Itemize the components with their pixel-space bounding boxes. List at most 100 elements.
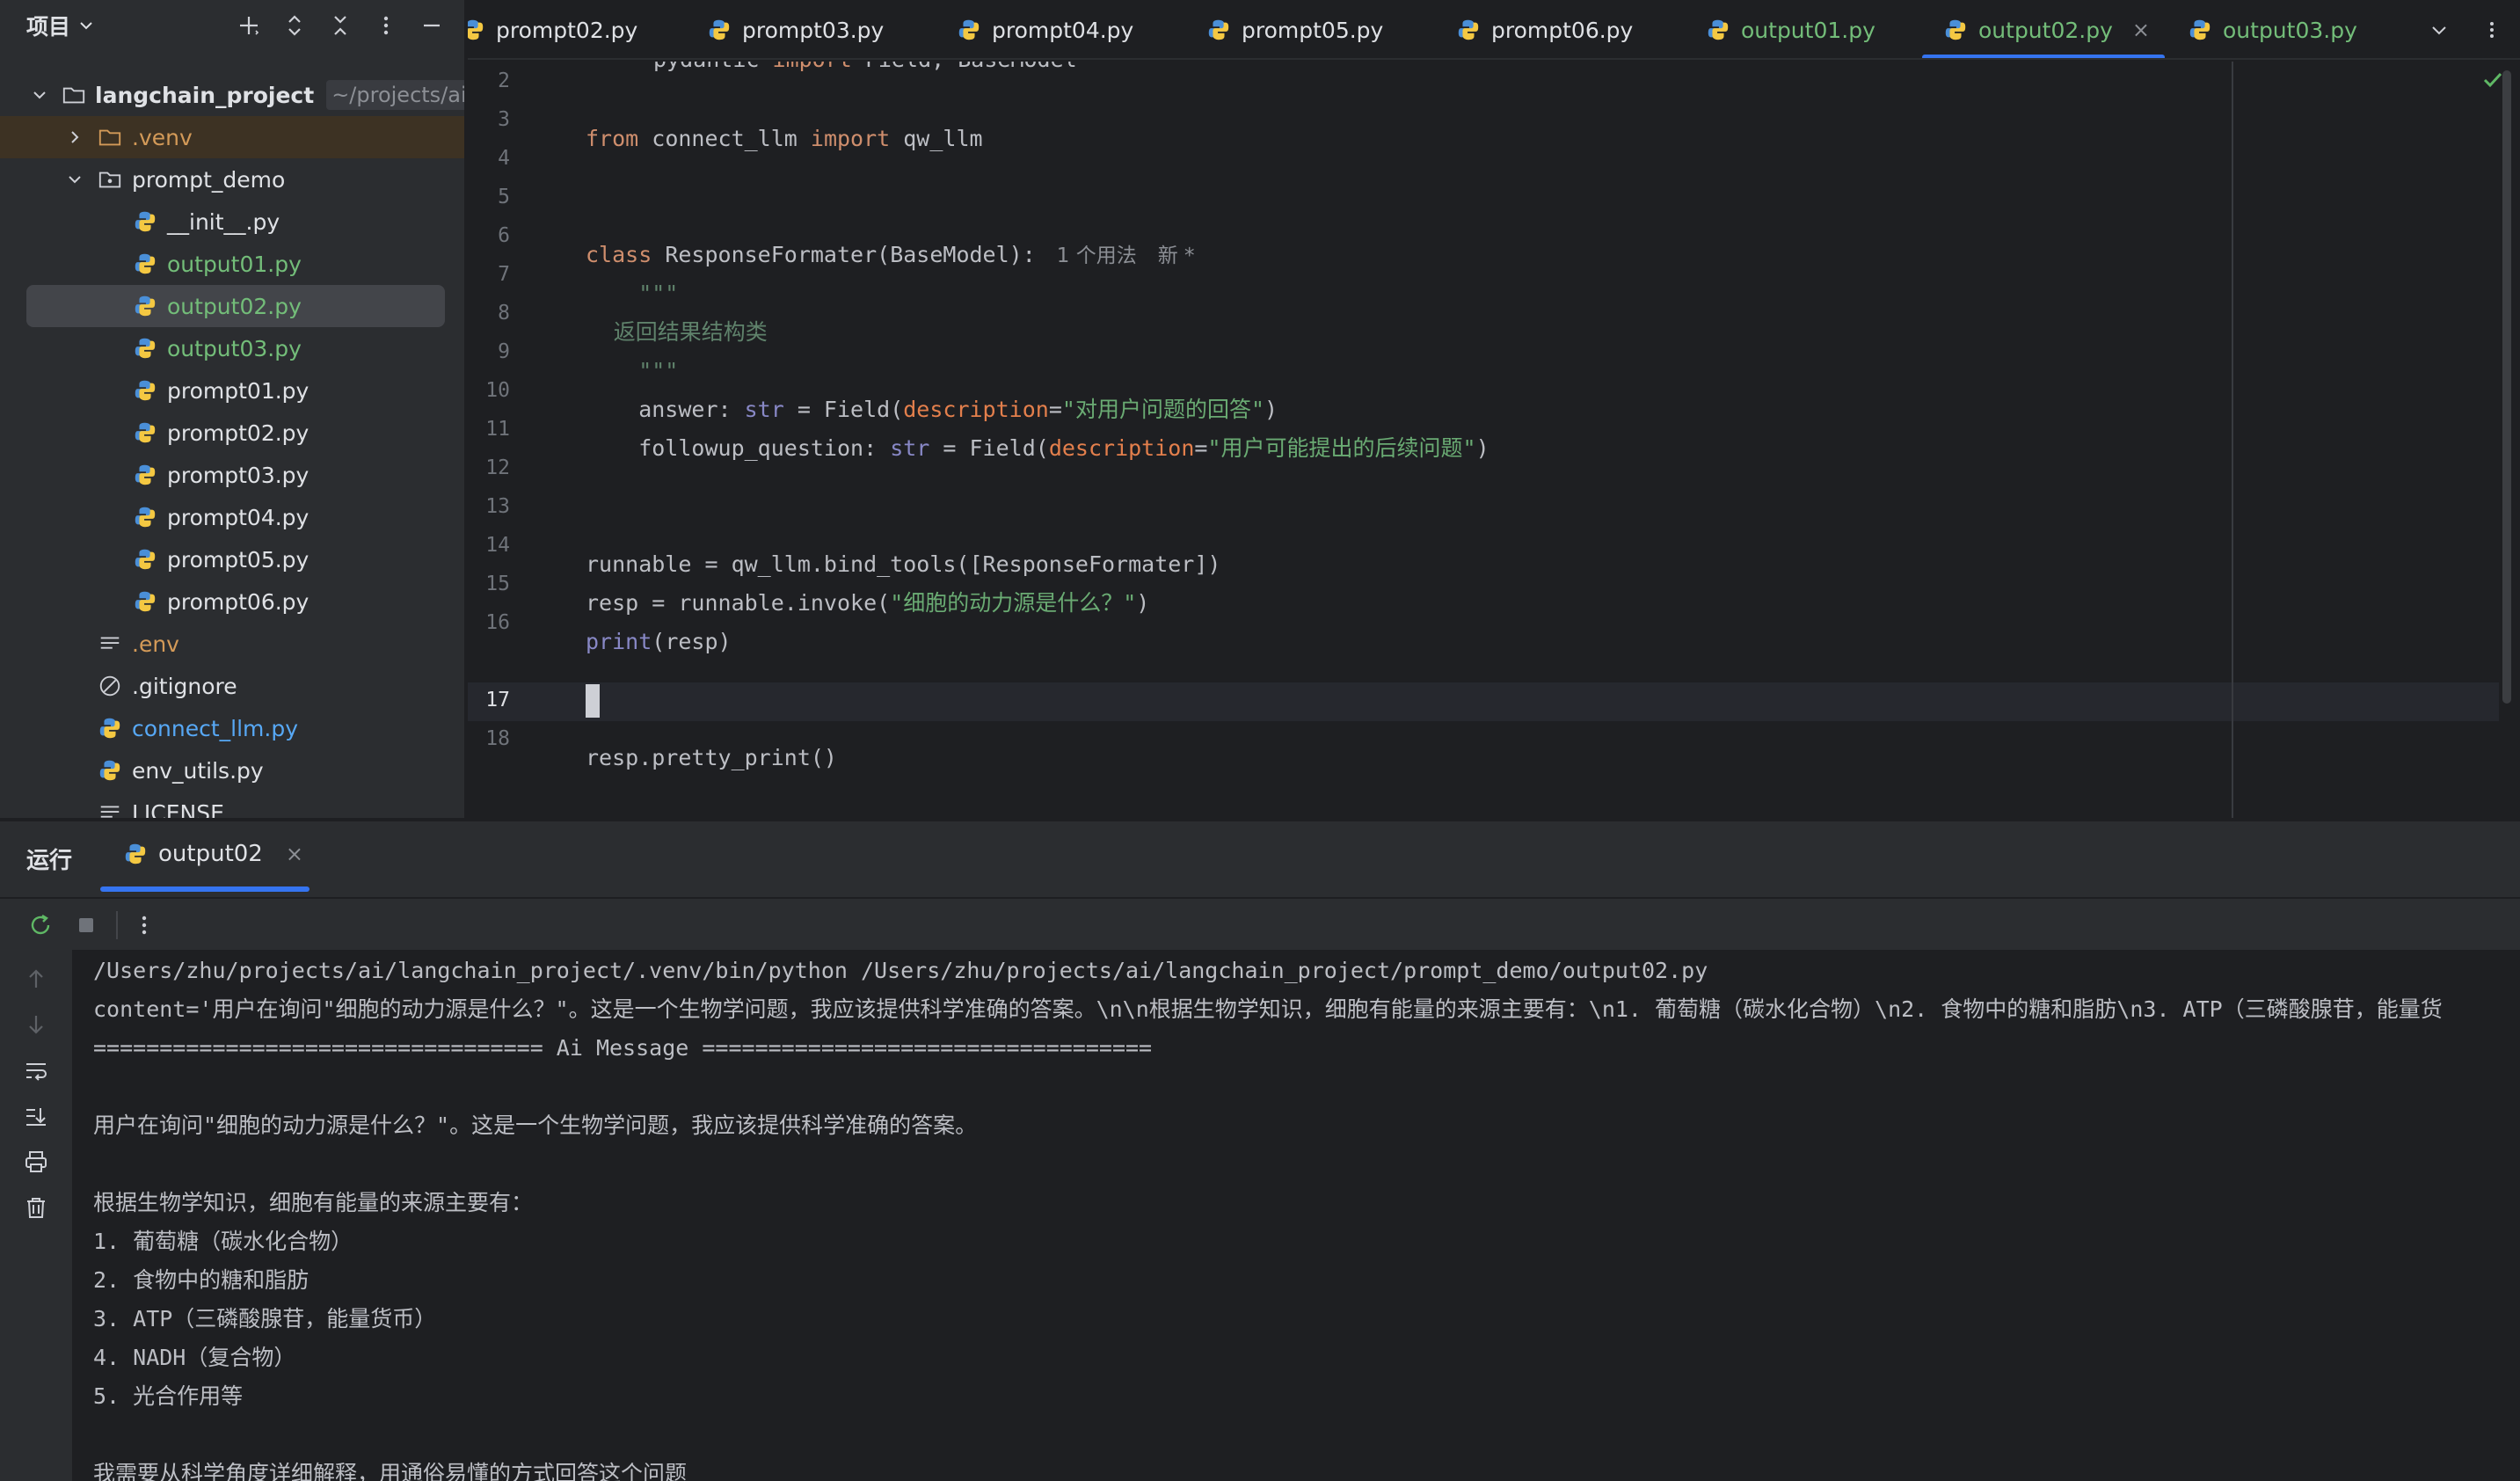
tree-item-prompt06-py[interactable]: prompt06.py — [0, 580, 464, 623]
close-icon[interactable]: × — [2132, 18, 2150, 42]
tab-output01[interactable]: output01.py — [1706, 0, 1875, 58]
tree-item-prompt04-py[interactable]: prompt04.py — [0, 496, 464, 538]
run-options-button[interactable] — [127, 908, 162, 943]
run-tab-label: output02 — [158, 841, 263, 867]
scroll-to-end-button[interactable] — [19, 1099, 53, 1133]
line-number: 7 — [498, 263, 510, 286]
soft-wrap-button[interactable] — [19, 1054, 53, 1087]
tree-item-output02-py[interactable]: output02.py — [26, 285, 445, 327]
code-token: = Field( — [929, 435, 1049, 461]
tree-item-prompt02-py[interactable]: prompt02.py — [0, 412, 464, 454]
line-number: 5 — [498, 186, 510, 208]
tree-item-connect-llm-py[interactable]: connect_llm.py — [0, 707, 464, 749]
tab-output03[interactable]: output03.py — [2188, 0, 2357, 58]
python-file-icon — [132, 462, 158, 488]
chevron-down-icon[interactable] — [65, 170, 84, 189]
scroll-up-button[interactable] — [19, 962, 53, 996]
code-token: answer: — [586, 397, 745, 422]
stop-icon — [79, 918, 93, 932]
tree-item-prompt03-py[interactable]: prompt03.py — [0, 454, 464, 496]
tree-item-prompt-demo[interactable]: prompt_demo — [0, 158, 464, 201]
tree-item-init-py[interactable]: __init__.py — [0, 201, 464, 243]
toolbar-separator — [116, 911, 118, 939]
tree-item-label: prompt05.py — [167, 546, 310, 573]
line-number: 6 — [498, 224, 510, 247]
print-icon — [25, 1151, 47, 1172]
line-number: 12 — [485, 456, 510, 479]
code-line-11: followup_question: str = Field(descripti… — [586, 429, 1489, 468]
project-view-title[interactable]: 项目 — [26, 10, 70, 41]
author-inlay-hint[interactable]: 新 * — [1158, 244, 1195, 267]
code-token-keyword: from — [586, 126, 639, 151]
tree-item-prompt01-py[interactable]: prompt01.py — [0, 369, 464, 412]
tab-prompt06[interactable]: prompt06.py — [1456, 0, 1633, 58]
code-line-9: """ — [586, 358, 679, 383]
python-file-icon — [97, 757, 123, 784]
tab-label: prompt03.py — [742, 17, 885, 43]
close-icon[interactable]: × — [286, 842, 303, 866]
python-file-icon — [132, 419, 158, 446]
python-file-icon — [132, 546, 158, 573]
collapse-icon — [334, 16, 346, 35]
tree-item-label: connect_llm.py — [132, 715, 299, 741]
hide-button[interactable] — [413, 7, 450, 44]
code-token-builtin: str — [744, 397, 784, 422]
stop-button[interactable] — [69, 908, 104, 943]
tab-prompt04[interactable]: prompt04.py — [957, 0, 1133, 58]
tab-list-button[interactable] — [2422, 12, 2457, 47]
new-file-button[interactable] — [230, 7, 267, 44]
tree-item-env[interactable]: .env — [0, 623, 464, 665]
tab-prompt02[interactable]: prompt02.py — [468, 0, 637, 58]
console-line: ================================== Ai Me… — [93, 1035, 1153, 1061]
usages-inlay-hint[interactable]: 1 个用法 — [1057, 244, 1137, 267]
python-file-icon — [1706, 18, 1730, 42]
folder-icon — [62, 82, 86, 108]
rerun-button[interactable] — [23, 908, 58, 943]
tree-item-output01-py[interactable]: output01.py — [0, 243, 464, 285]
scroll-to-end-icon — [26, 1108, 46, 1126]
tree-item-label: prompt02.py — [167, 419, 310, 446]
tree-root-langchain-project[interactable]: langchain_project ~/projects/ai/langchai… — [0, 74, 464, 116]
console-line: 4. NADH（复合物） — [93, 1345, 296, 1370]
tree-item-output03-py[interactable]: output03.py — [0, 327, 464, 369]
editor-scrollbar[interactable] — [2502, 70, 2511, 704]
chevron-down-icon[interactable] — [30, 85, 49, 105]
expand-all-button[interactable] — [276, 7, 313, 44]
tree-item-label: prompt01.py — [167, 377, 310, 404]
tree-item-venv[interactable]: .venv — [0, 116, 464, 158]
line-number: 16 — [485, 611, 510, 634]
tab-options-button[interactable] — [2474, 12, 2509, 47]
code-editor[interactable]: 2 3 4 5 6 7 8 9 10 11 12 13 14 15 16 17 … — [468, 62, 2520, 818]
code-token: followup_question: — [586, 435, 891, 461]
console-line: 5. 光合作用等 — [93, 1383, 244, 1409]
ignore-file-icon — [97, 673, 123, 699]
arrow-up-icon — [29, 969, 43, 988]
code-token: qw_llm — [890, 126, 983, 151]
chevron-right-icon[interactable] — [65, 128, 84, 147]
chevron-down-icon[interactable] — [77, 17, 95, 34]
run-header: 运行 output02 × — [0, 821, 2520, 895]
tree-item-gitignore[interactable]: .gitignore — [0, 665, 464, 707]
run-tab-output02[interactable]: output02 × — [123, 841, 303, 867]
check-icon[interactable] — [2480, 67, 2506, 93]
tree-item-prompt05-py[interactable]: prompt05.py — [0, 538, 464, 580]
tab-output02-active[interactable]: output02.py × — [1943, 0, 2150, 58]
code-line-1: pydantic import Field, BaseModel — [640, 62, 1077, 79]
tree-item-license[interactable]: LICENSE — [0, 792, 464, 818]
tab-prompt05[interactable]: prompt05.py — [1206, 0, 1383, 58]
console-line: content='用户在询问"细胞的动力源是什么？"。这是一个生物学问题，我应该… — [93, 996, 2443, 1022]
tree-item-label: output01.py — [167, 251, 302, 277]
collapse-all-button[interactable] — [322, 7, 359, 44]
python-file-icon — [1943, 18, 1968, 42]
tree-item-env-utils-py[interactable]: env_utils.py — [0, 749, 464, 792]
scroll-down-button[interactable] — [19, 1008, 53, 1041]
options-button[interactable] — [368, 7, 404, 44]
chevron-down-icon — [2432, 26, 2446, 35]
print-button[interactable] — [19, 1145, 53, 1178]
console-line: 2. 食物中的糖和脂肪 — [93, 1267, 310, 1293]
clear-console-button[interactable] — [19, 1191, 53, 1224]
console-output[interactable]: /Users/zhu/projects/ai/langchain_project… — [72, 950, 2520, 1481]
minimize-icon — [424, 24, 440, 27]
tab-prompt03[interactable]: prompt03.py — [707, 0, 885, 58]
python-file-icon — [707, 18, 732, 42]
